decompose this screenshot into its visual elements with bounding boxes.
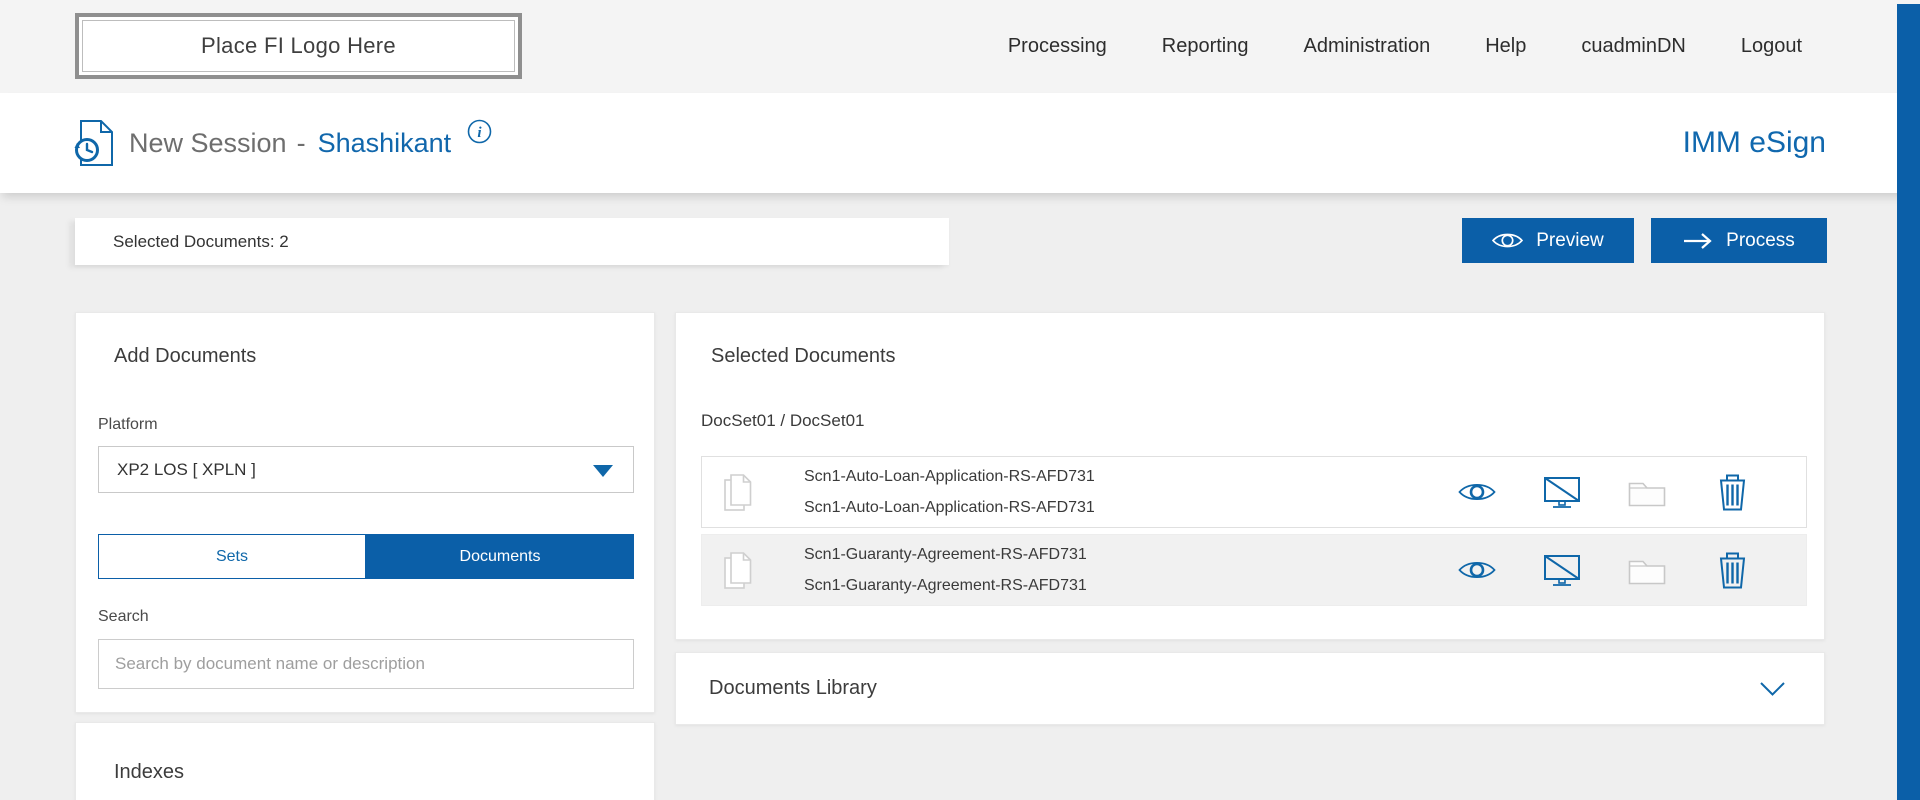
add-documents-title: Add Documents bbox=[114, 345, 256, 368]
process-button-label: Process bbox=[1726, 230, 1795, 252]
title-separator: - bbox=[297, 128, 306, 159]
document-description: Scn1-Auto-Loan-Application-RS-AFD731 bbox=[804, 499, 1095, 517]
logo-text: Place FI Logo Here bbox=[201, 33, 396, 59]
session-header: New Session - Shashikant i IMM eSign bbox=[0, 93, 1920, 193]
right-accent-strip bbox=[1897, 4, 1920, 800]
nav-logout[interactable]: Logout bbox=[1741, 35, 1802, 58]
document-pages-icon bbox=[724, 474, 752, 511]
document-name: Scn1-Auto-Loan-Application-RS-AFD731 bbox=[804, 468, 1095, 486]
docset-breadcrumb: DocSet01 / DocSet01 bbox=[701, 411, 864, 431]
folder-icon[interactable] bbox=[1628, 552, 1666, 588]
platform-label: Platform bbox=[98, 416, 158, 434]
svg-text:i: i bbox=[478, 125, 483, 141]
document-name: Scn1-Guaranty-Agreement-RS-AFD731 bbox=[804, 546, 1087, 564]
monitor-slash-icon[interactable] bbox=[1543, 474, 1581, 510]
selected-documents-title: Selected Documents bbox=[711, 345, 896, 368]
folder-icon[interactable] bbox=[1628, 474, 1666, 510]
top-nav: Processing Reporting Administration Help… bbox=[1008, 35, 1802, 58]
document-row: Scn1-Guaranty-Agreement-RS-AFD731 Scn1-G… bbox=[701, 534, 1807, 606]
tab-sets[interactable]: Sets bbox=[98, 534, 366, 579]
indexes-panel: Indexes bbox=[75, 722, 655, 800]
tab-sets-label: Sets bbox=[216, 548, 248, 566]
search-label: Search bbox=[98, 608, 149, 626]
info-icon[interactable]: i bbox=[467, 119, 492, 144]
session-user-name: Shashikant bbox=[318, 128, 452, 159]
document-row: Scn1-Auto-Loan-Application-RS-AFD731 Scn… bbox=[701, 456, 1807, 528]
fi-logo-placeholder: Place FI Logo Here bbox=[75, 13, 522, 79]
delete-icon[interactable] bbox=[1713, 474, 1751, 510]
chevron-down-icon[interactable] bbox=[1759, 681, 1786, 697]
documents-library-title: Documents Library bbox=[709, 677, 877, 700]
document-description: Scn1-Guaranty-Agreement-RS-AFD731 bbox=[804, 577, 1087, 595]
view-document-icon[interactable] bbox=[1458, 552, 1496, 588]
nav-reporting[interactable]: Reporting bbox=[1162, 35, 1249, 58]
nav-processing[interactable]: Processing bbox=[1008, 35, 1107, 58]
selected-count-text: Selected Documents: 2 bbox=[113, 232, 289, 252]
tab-documents[interactable]: Documents bbox=[366, 534, 634, 579]
selected-count-bar: Selected Documents: 2 bbox=[75, 218, 949, 265]
page-title: New Session bbox=[129, 128, 287, 159]
documents-library-panel[interactable]: Documents Library bbox=[675, 652, 1825, 725]
view-document-icon[interactable] bbox=[1458, 474, 1496, 510]
preview-button-label: Preview bbox=[1536, 230, 1604, 252]
tab-documents-label: Documents bbox=[460, 548, 541, 566]
nav-user-cuadmindn[interactable]: cuadminDN bbox=[1581, 35, 1685, 58]
sets-documents-toggle: Sets Documents bbox=[98, 534, 634, 579]
monitor-slash-icon[interactable] bbox=[1543, 552, 1581, 588]
nav-help[interactable]: Help bbox=[1485, 35, 1526, 58]
search-input[interactable] bbox=[98, 639, 634, 689]
eye-icon bbox=[1492, 231, 1523, 250]
platform-dropdown[interactable]: XP2 LOS [ XPLN ] bbox=[98, 446, 634, 493]
esign-app: Place FI Logo Here Processing Reporting … bbox=[0, 0, 1920, 800]
selected-documents-panel: Selected Documents DocSet01 / DocSet01 S… bbox=[675, 312, 1825, 640]
indexes-title: Indexes bbox=[114, 761, 184, 784]
arrow-right-icon bbox=[1683, 232, 1713, 250]
product-brand: IMM eSign bbox=[1683, 93, 1826, 193]
top-header: Place FI Logo Here Processing Reporting … bbox=[0, 0, 1920, 93]
document-pages-icon bbox=[724, 552, 752, 589]
delete-icon[interactable] bbox=[1713, 552, 1751, 588]
preview-button[interactable]: Preview bbox=[1462, 218, 1634, 263]
process-button[interactable]: Process bbox=[1651, 218, 1827, 263]
platform-dropdown-value: XP2 LOS [ XPLN ] bbox=[117, 460, 256, 480]
new-session-icon bbox=[73, 119, 115, 167]
add-documents-panel: Add Documents Platform XP2 LOS [ XPLN ] … bbox=[75, 312, 655, 713]
caret-down-icon bbox=[593, 465, 613, 477]
nav-administration[interactable]: Administration bbox=[1303, 35, 1430, 58]
